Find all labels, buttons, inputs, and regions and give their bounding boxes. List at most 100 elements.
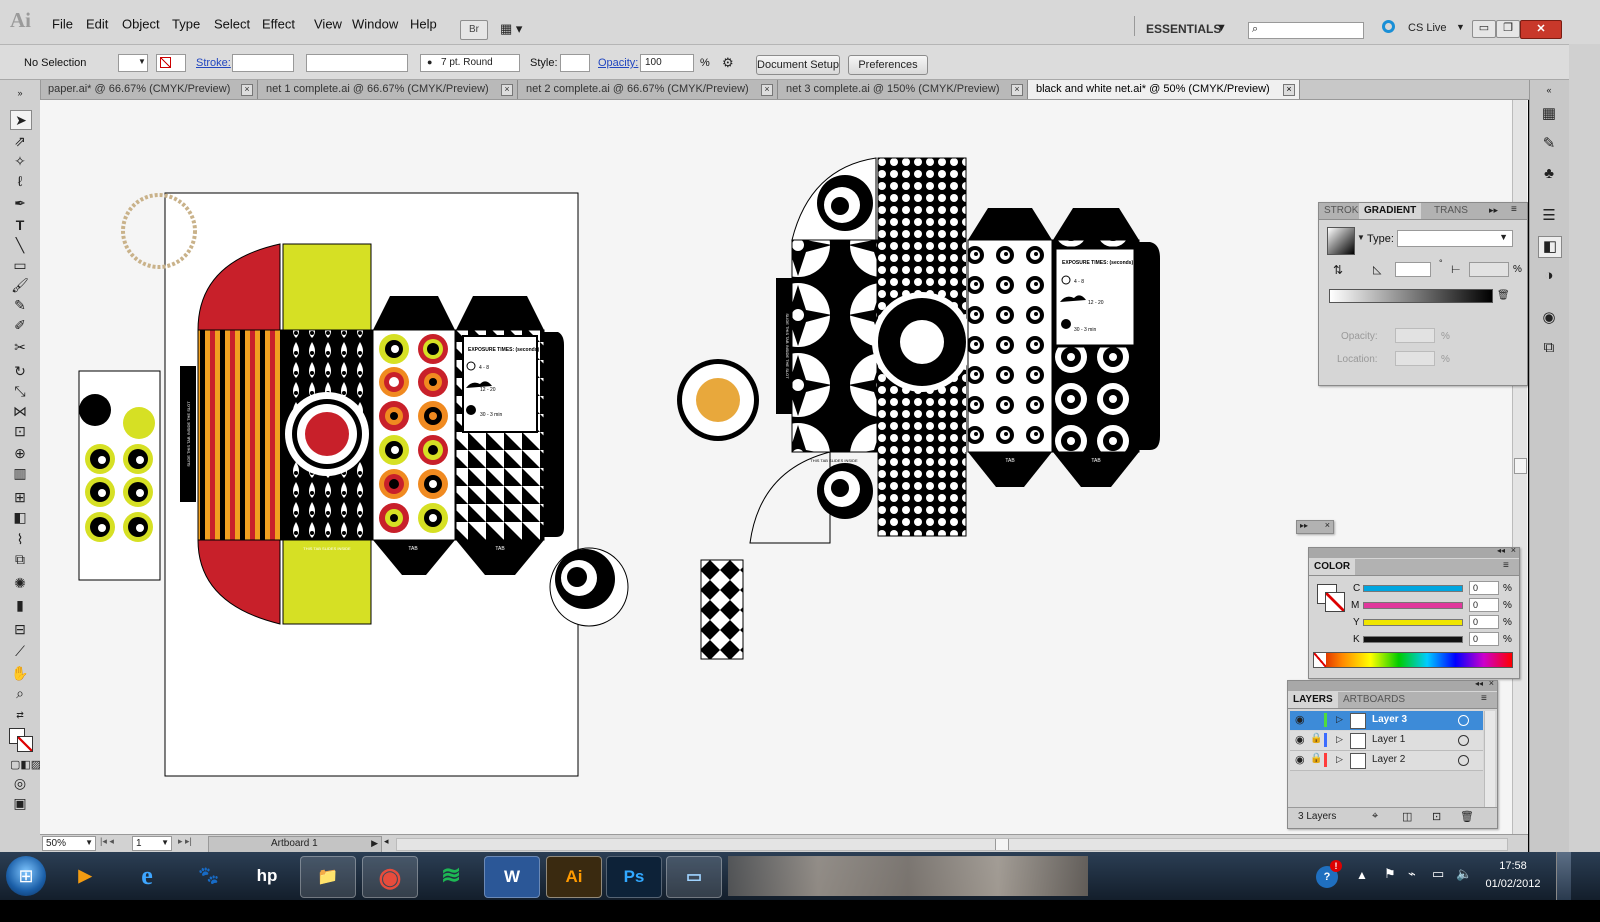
battery-icon[interactable]: ▭ — [1432, 866, 1444, 882]
tab-net-2[interactable]: net 2 complete.ai @ 66.67% (CMYK/Preview… — [518, 80, 778, 99]
yellow-slider[interactable] — [1363, 619, 1463, 626]
yellow-value[interactable]: 0 — [1469, 615, 1499, 629]
taskbar-app[interactable]: W — [484, 856, 540, 898]
tab-paper[interactable]: paper.ai* @ 66.67% (CMYK/Preview) × — [40, 80, 258, 99]
menu-type[interactable]: Type — [172, 17, 200, 32]
scissors-tool-icon[interactable]: ✂ — [10, 338, 30, 356]
close-panel-icon[interactable]: × — [1325, 520, 1330, 530]
layer-name[interactable]: Layer 1 — [1372, 734, 1405, 745]
panel-menu-icon[interactable]: ≡ — [1481, 693, 1487, 704]
magenta-value[interactable]: 0 — [1469, 598, 1499, 612]
close-panel-icon[interactable]: × — [1511, 545, 1516, 555]
expand-arrow-icon[interactable]: ▷ — [1336, 714, 1343, 725]
taskbar-app[interactable]: ≋ — [424, 856, 478, 896]
menu-select[interactable]: Select — [214, 17, 250, 32]
show-desktop-button[interactable] — [1556, 852, 1571, 900]
aspect-ratio-field[interactable] — [1469, 262, 1509, 277]
close-tab-icon[interactable]: × — [501, 84, 513, 96]
panel-menu-icon[interactable]: ≡ — [1511, 204, 1517, 215]
symbol-sprayer-tool-icon[interactable]: ✺ — [10, 574, 30, 592]
rectangle-tool-icon[interactable]: ▭ — [10, 256, 30, 274]
line-tool-icon[interactable]: ╲ — [10, 236, 30, 254]
graphic-style-swatch[interactable] — [560, 54, 590, 72]
visibility-eye-icon[interactable]: ◉ — [1295, 733, 1305, 746]
search-input[interactable]: ⌕ — [1248, 22, 1364, 39]
layer-row-layer-3[interactable]: ◉ ▷ Layer 3 — [1290, 711, 1483, 730]
lock-icon[interactable]: 🔒 — [1310, 733, 1322, 744]
collapse-panel-icon[interactable]: » — [10, 84, 30, 102]
gradient-swatch-chevron-icon[interactable]: ▼ — [1357, 233, 1365, 242]
taskbar-app[interactable]: Ai — [546, 856, 602, 898]
tab-artboards[interactable]: ARTBOARDS — [1338, 692, 1410, 708]
menu-edit[interactable]: Edit — [86, 17, 108, 32]
collapse-icon[interactable]: ◂◂ — [1475, 679, 1483, 688]
new-layer-icon[interactable]: ⊡ — [1432, 810, 1441, 823]
tab-gradient[interactable]: GRADIENT — [1359, 203, 1422, 219]
panel-menu-icon[interactable]: ≡ — [1503, 560, 1509, 571]
tab-layers[interactable]: LAYERS — [1288, 692, 1338, 708]
taskbar-app[interactable]: ▶ — [58, 856, 112, 896]
stop-opacity-field[interactable] — [1395, 328, 1435, 343]
black-slider[interactable] — [1363, 636, 1463, 643]
expand-arrow-icon[interactable]: ▷ — [1336, 734, 1343, 745]
menu-object[interactable]: Object — [122, 17, 160, 32]
gradient-type-select[interactable]: ▼ — [1397, 230, 1513, 247]
black-value[interactable]: 0 — [1469, 632, 1499, 646]
direct-selection-tool-icon[interactable]: ⇗ — [10, 132, 30, 150]
collapsed-panel[interactable]: ▸▸ × — [1296, 520, 1334, 534]
taskbar-app[interactable]: ▭ — [666, 856, 722, 898]
workspace-switcher[interactable]: ESSENTIALS — [1146, 22, 1221, 36]
tab-transparency[interactable]: TRANS — [1429, 203, 1473, 219]
appearance-icon[interactable]: ◉ — [1538, 308, 1560, 328]
minimize-button[interactable]: ▭ — [1472, 20, 1496, 38]
symbols-icon[interactable]: ♣ — [1538, 164, 1560, 184]
document-setup-button[interactable]: Document Setup — [756, 55, 840, 75]
blob-brush-tool-icon[interactable]: ✐ — [10, 316, 30, 334]
column-graph-tool-icon[interactable]: ▮ — [10, 596, 30, 614]
mesh-tool-icon[interactable]: ⊞ — [10, 488, 30, 506]
workspace-chevron-icon[interactable]: ▼ — [1216, 22, 1227, 34]
artboard-name-field[interactable]: Artboard 1 ▶ — [208, 836, 382, 853]
color-mode-icons[interactable]: ▢◧▨ — [10, 756, 41, 774]
swatches-icon[interactable]: ▦ — [1538, 104, 1560, 124]
lock-icon[interactable]: 🔒 — [1310, 753, 1322, 764]
swap-colors-icon[interactable]: ⇄ — [10, 706, 30, 724]
lasso-tool-icon[interactable]: ℓ — [10, 172, 30, 190]
perspective-grid-tool-icon[interactable]: ▥ — [10, 464, 30, 482]
paintbrush-tool-icon[interactable]: 🖌 — [10, 276, 30, 294]
width-tool-icon[interactable]: ⋈ — [10, 402, 30, 420]
angle-field[interactable] — [1395, 262, 1431, 277]
gradient-swatch[interactable] — [1327, 227, 1355, 255]
scroll-thumb[interactable] — [1514, 458, 1527, 474]
taskbar-app[interactable]: hp — [240, 856, 294, 896]
stroke-icon[interactable]: ☰ — [1538, 206, 1560, 226]
panel-grip[interactable]: ◂◂ × — [1288, 678, 1497, 691]
scale-tool-icon[interactable]: ⤡ — [10, 382, 30, 400]
zoom-tool-icon[interactable]: ⌕ — [10, 684, 30, 702]
close-tab-icon[interactable]: × — [761, 84, 773, 96]
stroke-color-icon[interactable] — [17, 736, 33, 752]
artboard-tool-icon[interactable]: ⊟ — [10, 620, 30, 638]
restore-button[interactable]: ❐ — [1496, 20, 1520, 38]
clock-time[interactable]: 17:58 — [1484, 860, 1542, 872]
target-circle-icon[interactable] — [1458, 755, 1469, 766]
layers-scrollbar[interactable] — [1484, 711, 1495, 807]
arrange-documents-icon[interactable]: ▦ ▾ — [500, 20, 536, 38]
zoom-select[interactable]: 50% ▼ — [42, 836, 96, 851]
graphic-styles-icon[interactable]: ⧉ — [1538, 338, 1560, 358]
layer-row-layer-1[interactable]: ◉ 🔒 ▷ Layer 1 — [1290, 731, 1483, 751]
layer-name[interactable]: Layer 3 — [1372, 714, 1407, 725]
expand-dock-icon[interactable]: « — [1538, 80, 1560, 100]
type-tool-icon[interactable]: T — [10, 216, 30, 234]
transparency-icon[interactable]: ◑ — [1538, 266, 1560, 286]
rotate-tool-icon[interactable]: ↻ — [10, 362, 30, 380]
delete-stop-icon[interactable]: 🗑 — [1497, 290, 1510, 301]
target-circle-icon[interactable] — [1458, 715, 1469, 726]
close-tab-icon[interactable]: × — [241, 84, 253, 96]
expand-arrow-icon[interactable]: ▷ — [1336, 754, 1343, 765]
stroke-swatch[interactable] — [156, 54, 186, 72]
locate-object-icon[interactable]: ⌖ — [1372, 810, 1378, 823]
target-circle-icon[interactable] — [1458, 735, 1469, 746]
stroke-weight-field[interactable] — [232, 54, 294, 72]
visibility-eye-icon[interactable]: ◉ — [1295, 753, 1305, 766]
